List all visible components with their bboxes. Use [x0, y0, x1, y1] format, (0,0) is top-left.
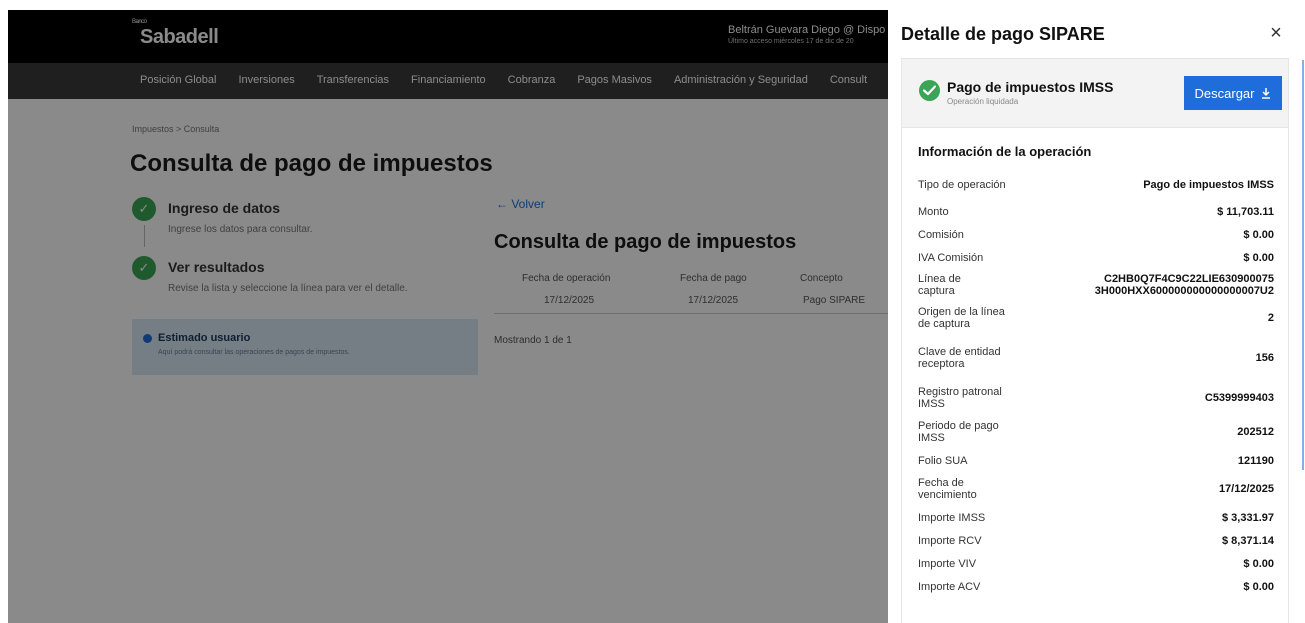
panel-header: Detalle de pago SIPARE ×: [888, 10, 1301, 58]
info-row-label: Periodo de pago IMSS: [918, 420, 999, 444]
info-row: Clave de entidad receptora 156: [918, 335, 1274, 381]
info-row-label: Tipo de operación: [918, 179, 1006, 191]
section-title: Información de la operación: [918, 144, 1092, 159]
info-row-label: Clave de entidad receptora: [918, 346, 1001, 370]
info-row-label: Importe IMSS: [918, 511, 986, 524]
info-row-label: Importe RCV: [918, 534, 982, 547]
info-row-value: 156: [1255, 352, 1274, 364]
info-row: Importe IMSS $ 3,331.97: [918, 506, 1274, 529]
info-row: Fecha de vencimiento 17/12/2025: [918, 472, 1274, 506]
operation-name: Pago de impuestos IMSS: [947, 79, 1114, 95]
info-row-label: Folio SUA: [918, 454, 968, 467]
left-margin: [0, 0, 8, 623]
operation-summary: Pago de impuestos IMSS Operación liquida…: [901, 58, 1289, 128]
panel-scrollbar[interactable]: [1301, 10, 1305, 623]
info-row-value: $ 3,331.97: [1222, 511, 1274, 524]
modal-overlay[interactable]: [0, 0, 888, 623]
info-row-value: C2HB0Q7F4C9C22LIE630900075 3H000HXX60000…: [1094, 273, 1274, 297]
info-row-label: Monto: [918, 205, 949, 218]
info-row-value: 2: [1267, 312, 1274, 324]
scrollbar-thumb[interactable]: [1302, 60, 1304, 470]
info-row-value: 121190: [1237, 454, 1274, 467]
operation-info: Información de la operación Tipo de oper…: [901, 128, 1289, 623]
info-row-label: Origen de la línea de captura: [918, 306, 1005, 330]
info-row-label: IVA Comisión: [918, 251, 984, 264]
info-row: Línea de captura C2HB0Q7F4C9C22LIE6309000…: [918, 269, 1274, 301]
info-rows: Tipo de operación Pago de impuestos IMSS M…: [918, 170, 1274, 598]
info-row-label: Importe VIV: [918, 557, 977, 570]
info-row: Origen de la línea de captura 2: [918, 301, 1274, 335]
download-button[interactable]: Descargar: [1184, 76, 1282, 110]
info-row-label: Importe ACV: [918, 580, 981, 593]
info-row-label: Línea de captura: [918, 273, 961, 297]
info-row-value: Pago de impuestos IMSS: [1143, 179, 1274, 191]
info-row: Importe RCV $ 8,371.14: [918, 529, 1274, 552]
info-row: Monto $ 11,703.11: [918, 200, 1274, 223]
info-row: Importe VIV $ 0.00: [918, 552, 1274, 575]
check-circle-icon: [919, 80, 940, 101]
download-label: Descargar: [1194, 85, 1255, 101]
close-icon[interactable]: ×: [1265, 22, 1287, 44]
info-row-value: $ 0.00: [1243, 580, 1274, 593]
info-row-value: $ 0.00: [1243, 228, 1274, 241]
info-row: Folio SUA 121190: [918, 449, 1274, 472]
info-row-value: $ 8,371.14: [1222, 534, 1274, 547]
operation-status: Operación liquidada: [947, 97, 1019, 106]
info-row: Tipo de operación Pago de impuestos IMSS: [918, 170, 1274, 200]
info-row-value: 17/12/2025: [1218, 483, 1274, 495]
info-row: Comisión $ 0.00: [918, 223, 1274, 246]
info-row-label: Fecha de vencimiento: [918, 477, 977, 501]
info-row: IVA Comisión $ 0.00: [918, 246, 1274, 269]
info-row-value: $ 11,703.11: [1217, 205, 1274, 218]
info-row-value: $ 0.00: [1243, 251, 1274, 264]
info-row-label: Registro patronal IMSS: [918, 386, 1002, 410]
info-row: Registro patronal IMSS C5399999403: [918, 381, 1274, 415]
top-margin: [0, 0, 1305, 10]
panel-title: Detalle de pago SIPARE: [901, 24, 1105, 44]
info-row: Periodo de pago IMSS 202512: [918, 415, 1274, 449]
info-row-value: 202512: [1237, 426, 1274, 438]
info-row: Importe ACV $ 0.00: [918, 575, 1274, 598]
detail-panel: Detalle de pago SIPARE × Pago de impuest…: [888, 10, 1301, 623]
info-row-value: $ 0.00: [1243, 557, 1274, 570]
download-icon: [1262, 88, 1271, 99]
info-row-label: Comisión: [918, 228, 964, 241]
info-row-value: C5399999403: [1204, 392, 1274, 404]
